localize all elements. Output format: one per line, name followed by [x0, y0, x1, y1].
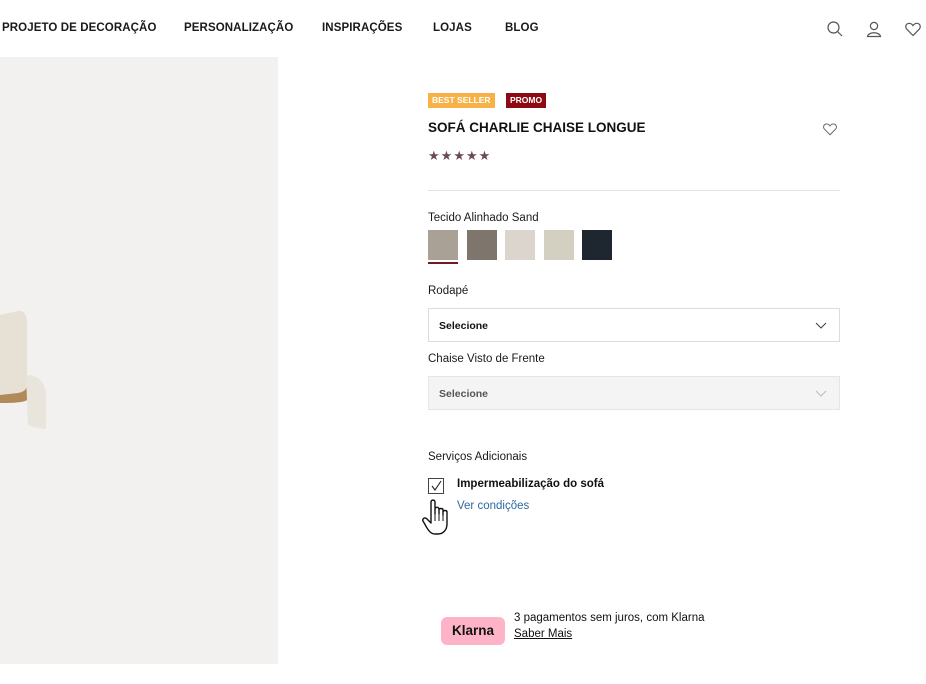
klarna-logo[interactable]: Klarna	[441, 617, 505, 645]
best-seller-badge: BEST SELLER	[428, 93, 495, 108]
fabric-swatch[interactable]	[544, 230, 574, 260]
product-title: SOFÁ CHARLIE CHAISE LONGUE	[428, 120, 646, 135]
product-image[interactable]	[0, 57, 278, 664]
nav-item-lojas[interactable]: LOJAS	[433, 22, 472, 34]
fabric-swatch[interactable]	[582, 230, 612, 260]
fabric-swatch[interactable]	[428, 230, 458, 260]
services-label: Serviços Adicionais	[428, 451, 528, 463]
chaise-select[interactable]: Selecione	[428, 376, 840, 410]
hand-cursor-icon	[422, 499, 448, 535]
promo-badge: PROMO	[506, 93, 547, 108]
waterproofing-checkbox[interactable]	[428, 478, 444, 494]
chevron-down-icon	[815, 322, 827, 329]
star-icon: ★	[453, 148, 465, 163]
klarna-info-text: 3 pagamentos sem juros, com Klarna	[514, 612, 705, 624]
rating-stars[interactable]: ★ ★ ★ ★ ★	[428, 149, 490, 163]
sofa-image	[0, 57, 278, 664]
top-navigation: PROJETO DE DECORAÇÃO PERSONALIZAÇÃO INSP…	[0, 0, 926, 58]
wishlist-heart-icon[interactable]	[822, 121, 838, 137]
nav-item-blog[interactable]: BLOG	[505, 22, 539, 34]
star-icon: ★	[478, 148, 491, 163]
heart-icon[interactable]	[904, 20, 922, 38]
rodape-select[interactable]: Selecione	[428, 308, 840, 342]
nav-item-personalizacao[interactable]: PERSONALIZAÇÃO	[184, 22, 293, 34]
fabric-label: Tecido Alinhado Sand	[428, 212, 539, 224]
checkmark-icon	[431, 480, 442, 491]
nav-item-projeto-decoracao[interactable]: PROJETO DE DECORAÇÃO	[2, 22, 157, 34]
chaise-select-value: Selecione	[439, 388, 489, 400]
user-icon[interactable]	[865, 20, 883, 38]
search-icon[interactable]	[826, 20, 844, 38]
fabric-swatch[interactable]	[467, 230, 497, 260]
chevron-down-icon	[815, 390, 827, 397]
star-icon: ★	[428, 148, 440, 163]
divider	[428, 190, 840, 191]
nav-item-inspiracoes[interactable]: INSPIRAÇÕES	[322, 22, 402, 34]
klarna-learn-more-link[interactable]: Saber Mais	[514, 628, 572, 640]
fabric-swatch[interactable]	[505, 230, 535, 260]
chaise-label: Chaise Visto de Frente	[428, 353, 545, 365]
selected-swatch-indicator	[428, 262, 458, 264]
star-icon: ★	[440, 148, 453, 163]
rodape-select-value: Selecione	[439, 320, 489, 332]
waterproofing-label[interactable]: Impermeabilização do sofá	[457, 478, 604, 490]
star-icon: ★	[465, 148, 478, 163]
conditions-link[interactable]: Ver condições	[457, 500, 529, 512]
rodape-label: Rodapé	[428, 285, 469, 297]
